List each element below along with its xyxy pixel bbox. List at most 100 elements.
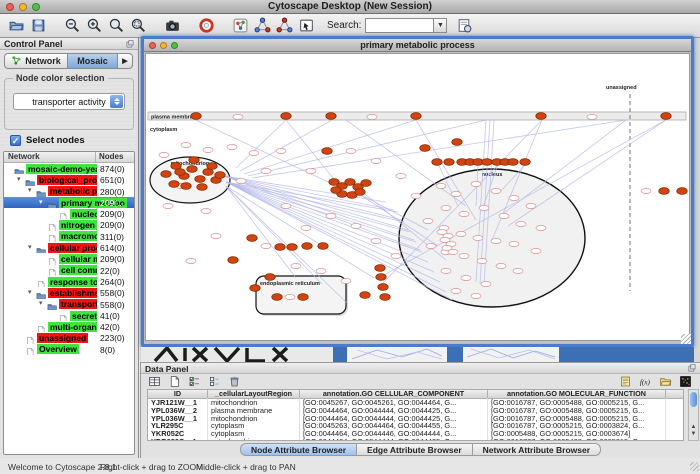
tree-row[interactable]: nucleobase-209(0) — [4, 208, 134, 219]
tab-node-attribute-browser[interactable]: Node Attribute Browser — [240, 443, 357, 456]
open-icon[interactable] — [5, 16, 27, 36]
tab-network-attribute-browser[interactable]: Network Attribute Browser — [473, 443, 601, 456]
window-resize-grip[interactable] — [681, 334, 691, 344]
disclosure-triangle-icon[interactable]: ▾ — [28, 243, 36, 253]
node-count: 311(0) — [97, 231, 134, 242]
layout-red-icon[interactable] — [273, 16, 295, 36]
region-cell[interactable]: mitochondrion — [208, 437, 300, 441]
help-icon[interactable] — [195, 16, 217, 36]
disclosure-triangle-icon[interactable]: ▾ — [39, 299, 47, 309]
app-titlebar[interactable]: Cytoscape Desktop (New Session) — [0, 0, 700, 14]
folder-icon — [14, 164, 25, 174]
table-scrollbar[interactable]: ▲▼ — [688, 389, 699, 441]
folder-icon — [36, 186, 47, 196]
file-icon — [58, 311, 69, 321]
file-icon — [47, 231, 58, 241]
node-color-dropdown[interactable]: transporter activity — [13, 93, 125, 110]
node — [291, 263, 301, 268]
save-icon[interactable] — [27, 16, 49, 36]
node — [236, 178, 246, 183]
column-header[interactable]: annotation.GO MOLECULAR_FUNCTION — [488, 389, 666, 398]
scrollbar-thumb[interactable] — [690, 392, 697, 407]
float-panel-icon[interactable] — [125, 39, 135, 49]
app-resize-grip[interactable] — [690, 462, 699, 471]
node — [482, 159, 492, 166]
tab-mosaic[interactable]: Mosaic — [68, 53, 118, 69]
tree-row[interactable]: ▾transport558(0) — [4, 299, 134, 310]
zoom-in-icon[interactable] — [83, 16, 105, 36]
disclosure-triangle-icon[interactable]: ▾ — [28, 288, 36, 298]
scrollbar-arrows[interactable]: ▲▼ — [689, 424, 698, 440]
snapshot-icon[interactable] — [161, 16, 183, 36]
open-attributes-icon[interactable] — [656, 375, 674, 388]
network-label: Overview — [37, 344, 79, 354]
tree-row[interactable]: ▾establishment of lo558(0) — [4, 287, 134, 298]
select-nodes-checkbox[interactable]: ✓ — [10, 135, 21, 146]
network-view-title: primary metabolic process — [144, 40, 691, 50]
data-panel-toolbar: f(x) — [145, 375, 696, 388]
tree-row[interactable]: ▾metabolic process280(0) — [4, 186, 134, 197]
id-cell[interactable]: YDR039C__1 — [148, 437, 208, 441]
function-builder-icon[interactable]: f(x) — [636, 375, 654, 388]
new-attribute-icon[interactable] — [165, 375, 183, 388]
zoom-hint: Right-click + drag to ZOOM — [100, 462, 203, 472]
tree-row[interactable]: multi-organism pro42(0) — [4, 321, 134, 332]
node — [181, 142, 191, 147]
layout-blue-icon[interactable] — [251, 16, 273, 36]
column-header[interactable]: annotation.GO CELLULAR_COMPONENT — [300, 389, 488, 398]
tree-row[interactable]: secretion41(0) — [4, 310, 134, 321]
unselect-attributes-icon[interactable] — [205, 375, 223, 388]
background-window-edge — [333, 347, 347, 362]
network-view-icon[interactable] — [229, 16, 251, 36]
matrix-icon[interactable] — [676, 375, 694, 388]
attribute-table-icon[interactable] — [145, 375, 163, 388]
node — [520, 159, 530, 166]
float-panel-icon[interactable] — [687, 363, 697, 373]
molecular-function-cell[interactable]: [GO:0016787, GO:0005488, GO:0005215, G..… — [488, 437, 666, 441]
tree-column-network[interactable]: Network — [4, 152, 96, 162]
tree-column-nodes[interactable]: Nodes — [96, 152, 134, 162]
tab-network[interactable]: Network — [4, 53, 68, 69]
tree-row[interactable]: ▾cellular process614(0) — [4, 242, 134, 253]
cytoscape-app-window: Cytoscape Desktop (New Session) Search: … — [0, 0, 700, 474]
tree-row[interactable]: cellular metabo209(0) — [4, 253, 134, 264]
tree-row[interactable]: ▾primary metabo209(... — [4, 197, 134, 208]
tree-row[interactable]: response to stimulu264(0) — [4, 276, 134, 287]
node — [499, 213, 509, 218]
node — [587, 114, 597, 119]
edge — [248, 120, 486, 176]
tree-row[interactable]: mosaic-demo-yeast874(0) — [4, 163, 134, 174]
tab-edge-attribute-browser[interactable]: Edge Attribute Browser — [357, 443, 473, 456]
column-header[interactable]: ID — [148, 389, 208, 398]
network-canvas[interactable]: plasma membranecytoplasmmitochondrionnuc… — [145, 53, 690, 341]
tab-overflow-arrow-icon[interactable]: ▶ — [118, 53, 133, 69]
delete-attribute-icon[interactable] — [225, 375, 243, 388]
table-row[interactable]: YDR039C__1mitochondrion[GO:0044464, GO:0… — [148, 438, 683, 441]
zoom-selected-icon[interactable] — [127, 16, 149, 36]
disclosure-triangle-icon[interactable]: ▾ — [17, 175, 25, 185]
zoom-fit-icon[interactable] — [105, 16, 127, 36]
node — [281, 203, 291, 208]
disclosure-triangle-icon[interactable]: ▾ — [39, 198, 47, 208]
network-view-window[interactable]: primary metabolic process plasma membran… — [141, 36, 694, 347]
node — [459, 253, 469, 258]
select-attributes-icon[interactable] — [185, 375, 203, 388]
cellular-component-cell[interactable]: [GO:0044464, GO:0044444, GO:0044425, G..… — [300, 437, 488, 441]
data-panel-title: Data Panel — [145, 364, 188, 374]
disclosure-triangle-icon[interactable]: ▾ — [28, 186, 36, 196]
tree-row[interactable]: ▾biological_process651(0) — [4, 174, 134, 185]
zoom-out-icon[interactable] — [61, 16, 83, 36]
import-attributes-icon[interactable] — [616, 375, 634, 388]
tree-row[interactable]: Overview8(0) — [4, 344, 134, 355]
column-header[interactable]: _cellularLayoutRegion — [208, 389, 300, 398]
search-dropdown-arrow-icon[interactable]: ▼ — [433, 18, 447, 33]
search-input[interactable] — [365, 18, 433, 33]
annotation-icon[interactable] — [295, 16, 317, 36]
tree-row[interactable]: nitrogen compo209(0) — [4, 219, 134, 230]
tree-row[interactable]: macromolecule311(0) — [4, 231, 134, 242]
tree-row[interactable]: unassigned223(0) — [4, 332, 134, 343]
search-config-icon[interactable] — [453, 16, 475, 36]
node-count: 41(0) — [97, 310, 134, 321]
node — [423, 218, 433, 223]
tree-row[interactable]: cell communicat22(0) — [4, 265, 134, 276]
